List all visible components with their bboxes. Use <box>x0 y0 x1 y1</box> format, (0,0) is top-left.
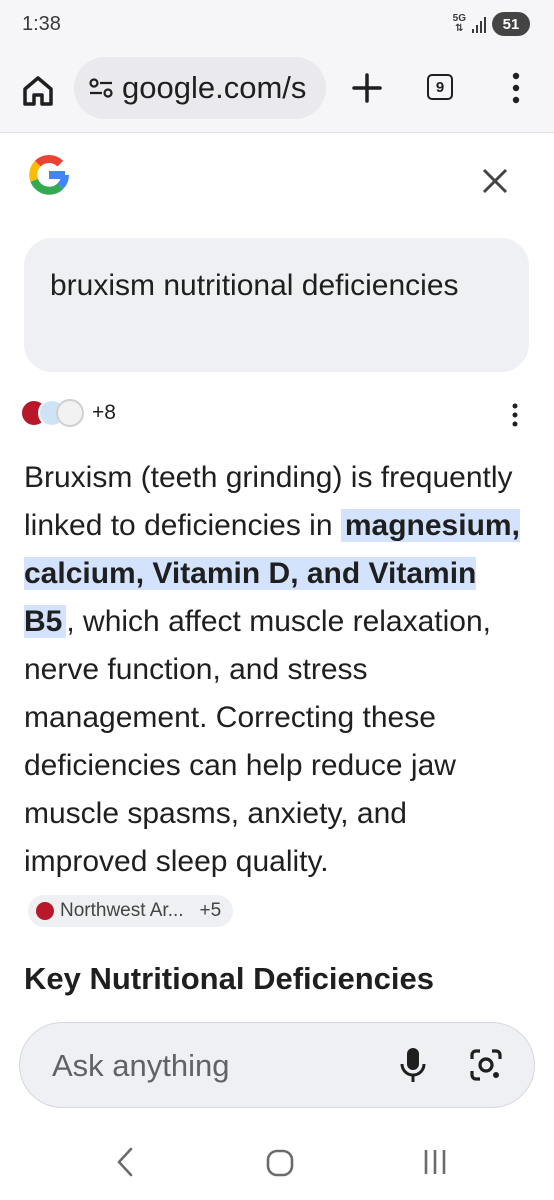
google-lens-icon[interactable] <box>467 1046 505 1084</box>
google-logo <box>29 155 69 195</box>
battery-icon: 51 <box>492 12 530 36</box>
url-text: google.com/s <box>122 70 307 105</box>
query-bubble: bruxism nutritional deficiencies <box>24 238 529 372</box>
citation-chip[interactable]: Northwest Ar... +5 <box>28 895 234 928</box>
citation-favicon <box>36 902 54 921</box>
close-icon[interactable] <box>478 164 512 198</box>
tab-switcher-button[interactable]: 9 <box>427 74 453 100</box>
status-bar: 1:38 5G ⇅ 51 <box>0 0 554 52</box>
citation-source: Northwest Ar... <box>60 900 184 922</box>
recents-icon[interactable] <box>418 1147 452 1177</box>
system-navigation-bar <box>0 1125 554 1200</box>
ai-answer-paragraph: Bruxism (teeth grinding) is frequently l… <box>24 454 534 934</box>
signal-strength-icon <box>472 15 486 33</box>
home-nav-icon[interactable] <box>264 1147 296 1179</box>
status-indicators: 5G ⇅ 51 <box>453 12 530 36</box>
browser-toolbar: google.com/s 9 <box>0 52 554 133</box>
sources-row[interactable]: +8 <box>20 396 116 430</box>
home-icon[interactable] <box>18 71 58 111</box>
more-options-icon[interactable] <box>506 401 524 429</box>
tune-icon[interactable] <box>88 75 114 101</box>
new-tab-button[interactable] <box>348 69 386 107</box>
section-heading: Key Nutritional Deficiencies <box>24 961 435 996</box>
citation-more-count: +5 <box>199 900 222 922</box>
network-5g-icon: 5G ⇅ <box>452 13 466 34</box>
mic-icon[interactable] <box>396 1045 430 1085</box>
more-vert-icon[interactable] <box>504 68 528 108</box>
sources-more-count: +8 <box>92 401 116 424</box>
back-icon[interactable] <box>110 1145 140 1179</box>
source-favicon-tooth-outline <box>56 399 84 427</box>
address-bar[interactable]: google.com/s <box>74 57 326 119</box>
ask-input[interactable] <box>50 1043 354 1089</box>
status-time: 1:38 <box>22 13 61 35</box>
answer-text-end: , which affect muscle relaxation, nerve … <box>24 605 492 878</box>
ask-bar <box>19 1022 535 1108</box>
